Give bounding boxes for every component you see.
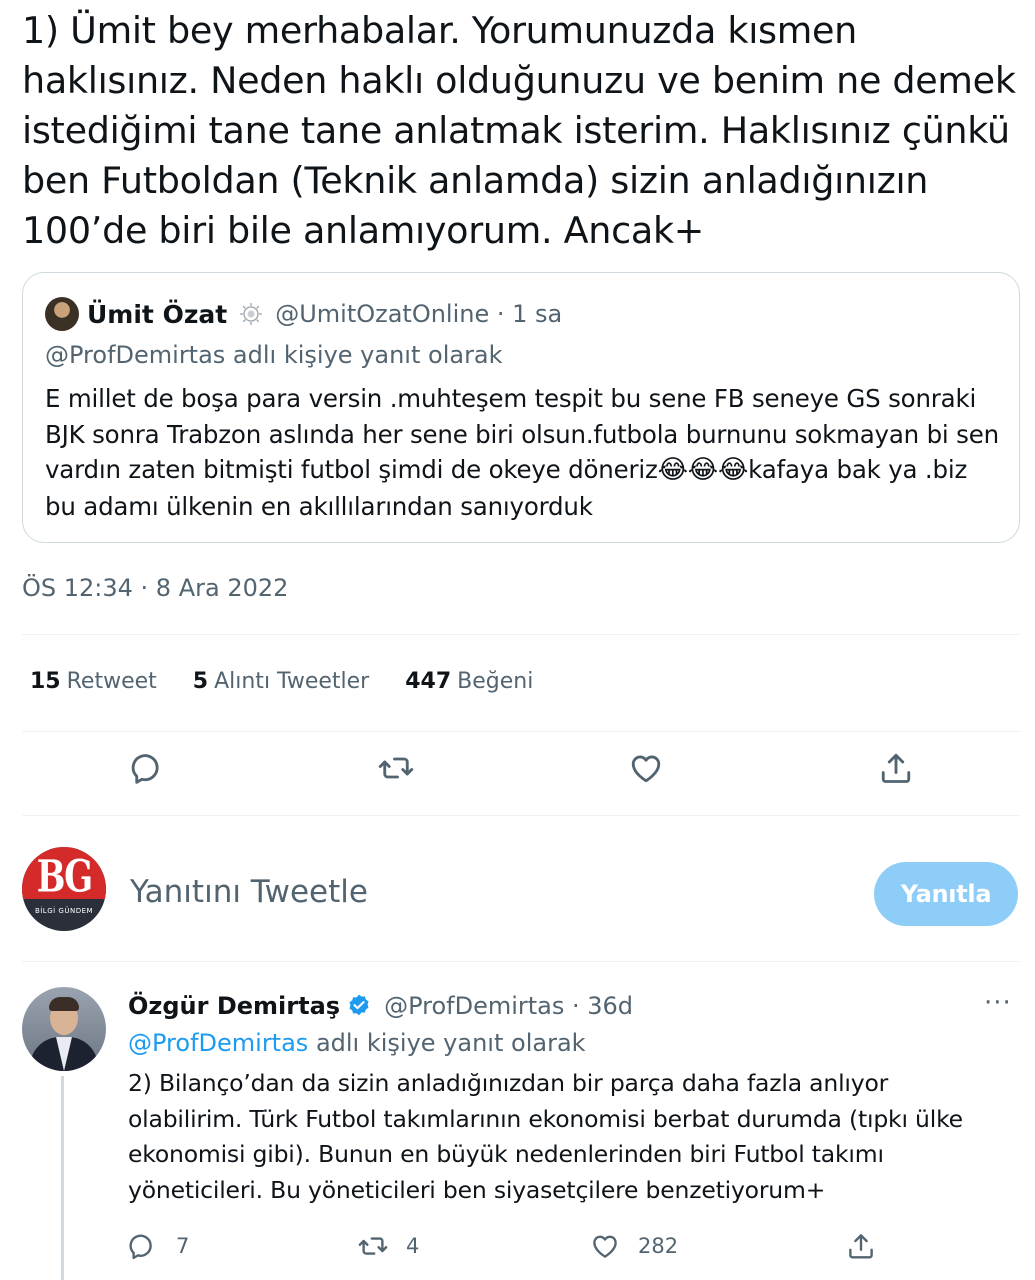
divider [22,961,1020,962]
like-count: 282 [638,1234,679,1258]
quoted-tweet-header: Ümit Özat @UmitOzatOnline · 1 sa [87,297,562,331]
reply-reply-action[interactable]: 7 [128,1228,189,1264]
divider [22,815,1020,816]
reply-author-avatar[interactable] [22,987,106,1071]
like-icon[interactable] [626,748,666,788]
quoted-author-name[interactable]: Ümit Özat [87,300,227,329]
reply-icon[interactable] [128,748,168,788]
mention-link[interactable]: @ProfDemirtas [128,1029,308,1057]
reply-count: 7 [176,1234,190,1258]
more-options-icon[interactable]: ··· [984,988,1012,1018]
tweet-stats: 15 Retweet 5 Alıntı Tweetler 447 Beğeni [30,669,533,694]
reply-like-action[interactable]: 282 [590,1228,678,1264]
reply-tweet-header: Özgür Demirtaş @ProfDemirtas · 36d [128,990,633,1022]
reply-icon [129,1234,152,1260]
avatar-logo-text: BG [36,851,93,903]
reply-share-action[interactable] [846,1228,876,1264]
current-user-avatar[interactable]: BG BİLGİ GÜNDEM [22,847,106,931]
badge-icon [240,303,263,325]
reply-retweet-action[interactable]: 4 [358,1228,419,1264]
reply-action-bar: 7 4 282 [0,1228,1035,1268]
reply-context: @ProfDemirtas adlı kişiye yanıt olarak [128,1029,586,1057]
divider [22,634,1020,635]
retweet-count-link[interactable]: 15 Retweet [30,669,157,694]
laughing-emoji-icon: 😂😂😂 [657,455,749,485]
verified-badge-icon [349,994,369,1016]
share-icon [849,1234,873,1259]
like-icon [593,1235,617,1258]
retweet-icon[interactable] [376,748,416,788]
quoted-tweet-body: E millet de boşa para versin .muhteşem t… [45,381,1005,524]
quoted-author-avatar[interactable] [45,297,79,331]
reply-button[interactable]: Yanıtla [874,862,1018,926]
retweet-icon [358,1237,388,1255]
avatar-logo-subtext: BİLGİ GÜNDEM [34,907,94,915]
tweet-text: 1) Ümit bey merhabalar. Yorumunuzda kısm… [22,9,1016,252]
quote-count-link[interactable]: 5 Alıntı Tweetler [193,669,369,694]
reply-tweet-body: 2) Bilanço’dan da sizin anladığınızdan b… [128,1069,963,1204]
reply-composer-input[interactable]: Yanıtını Tweetle [130,874,368,910]
quoted-tweet-card[interactable]: Ümit Özat @UmitOzatOnline · 1 sa @ProfDe… [22,272,1020,543]
like-count-link[interactable]: 447 Beğeni [405,669,533,694]
quoted-reply-context: @ProfDemirtas adlı kişiye yanıt olarak [45,341,503,369]
quoted-author-handle: @UmitOzatOnline · 1 sa [275,300,563,328]
reply-author-handle: @ProfDemirtas · 36d [384,992,634,1020]
reply-author-name[interactable]: Özgür Demirtaş [128,992,340,1020]
tweet-timestamp[interactable]: ÖS 12:34 · 8 Ara 2022 [22,574,288,602]
tweet-action-bar [0,748,1035,798]
share-icon[interactable] [876,748,916,788]
retweet-count: 4 [406,1234,420,1258]
divider [22,731,1020,732]
